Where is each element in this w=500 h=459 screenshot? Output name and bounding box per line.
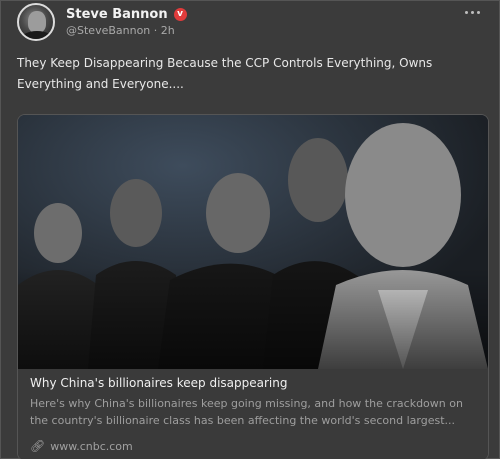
author-name-row: Steve Bannon v	[66, 7, 187, 22]
link-preview-image[interactable]	[18, 115, 488, 369]
dot	[470, 10, 474, 14]
author-handle-row: @SteveBannon · 2h	[66, 24, 175, 37]
avatar[interactable]	[17, 3, 55, 41]
link-icon: 🔗︎	[30, 439, 46, 453]
separator: ·	[153, 24, 158, 37]
link-preview-card[interactable]: Why China's billionaires keep disappeari…	[17, 114, 489, 459]
link-preview-domain[interactable]: www.cnbc.com	[50, 440, 133, 453]
link-preview-title[interactable]: Why China's billionaires keep disappeari…	[30, 376, 287, 390]
avatar-face	[28, 11, 46, 33]
link-preview-description: Here's why China's billionaires keep goi…	[30, 397, 463, 427]
more-dots-icon[interactable]	[459, 5, 485, 19]
author-name[interactable]: Steve Bannon	[66, 7, 168, 22]
link-preview-domain-row[interactable]: 🔗︎ www.cnbc.com	[30, 439, 133, 453]
link-preview-meta: Why China's billionaires keep disappeari…	[18, 369, 488, 459]
post-text: They Keep Disappearing Because the CCP C…	[17, 56, 433, 91]
preview-image-art	[18, 115, 488, 369]
verified-badge-icon: v	[173, 8, 187, 21]
dot	[464, 10, 468, 14]
dot	[476, 10, 480, 14]
post-time[interactable]: 2h	[161, 24, 175, 37]
avatar-coat	[21, 31, 53, 39]
post-card: Steve Bannon v @SteveBannon · 2h They Ke…	[0, 0, 500, 459]
author-handle[interactable]: @SteveBannon	[66, 24, 150, 37]
